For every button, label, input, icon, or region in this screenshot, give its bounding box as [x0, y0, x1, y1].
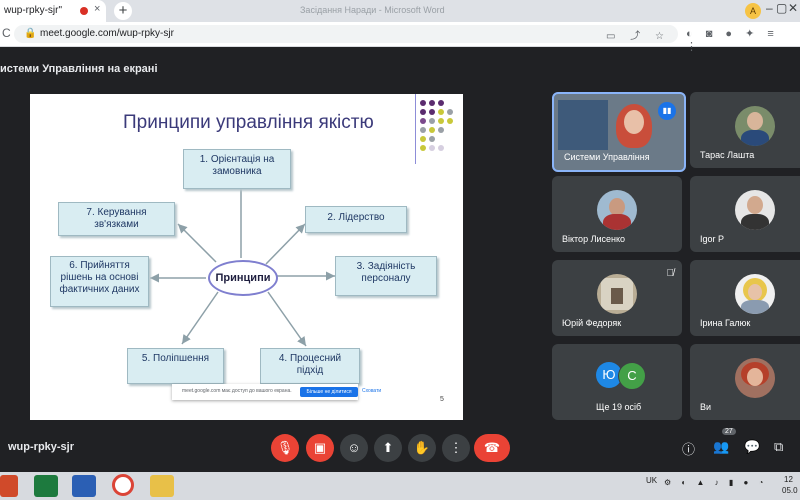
slide-page-number: 5 — [440, 396, 444, 403]
reload-icon[interactable]: C — [2, 26, 11, 40]
principle-box-4: 4. Процесний підхід — [260, 348, 360, 384]
recording-dot-icon — [80, 7, 88, 15]
people-button[interactable]: 👥 — [713, 439, 729, 455]
minimize-button[interactable]: – — [766, 1, 773, 15]
chrome-icon[interactable] — [112, 474, 134, 496]
participant-name: Юрій Федоряк — [562, 318, 622, 328]
participant-photo — [735, 274, 775, 314]
meeting-code: wup-rpky-sjr — [8, 441, 75, 453]
participant-name: Ви — [700, 402, 712, 412]
participant-name: Ірина Галюк — [700, 318, 751, 328]
arrow-5 — [181, 291, 219, 345]
clock-time[interactable]: 12 — [784, 475, 793, 484]
principle-box-1: 1. Орієнтація на замовника — [183, 149, 291, 189]
principle-box-2: 2. Лідерство — [305, 206, 407, 233]
participant-tile-taras[interactable]: Тарас Лашта — [690, 92, 800, 168]
decor-line — [415, 94, 416, 164]
address-bar[interactable]: 🔒 meet.google.com/wup-rpky-sjr ▭ ⤴ ☆ — [14, 25, 678, 43]
presenter-face — [624, 110, 644, 134]
hide-notice-link[interactable]: Сховати — [362, 388, 381, 394]
window-title: Засідання Наради - Microsoft Word — [300, 5, 445, 15]
stop-sharing-button[interactable]: Більше не ділитися — [300, 387, 358, 397]
present-screen-button[interactable]: ⬆ — [374, 434, 402, 462]
presentation-stage: Принципи управління якістю 1. Орієнтація… — [0, 90, 546, 426]
participant-photo — [735, 190, 775, 230]
slide-title: Принципи управління якістю — [123, 112, 374, 133]
principle-box-7: 7. Керування зв'язками — [58, 202, 175, 236]
raise-hand-button[interactable]: ✋ — [408, 434, 436, 462]
camera-toggle-button[interactable]: ▣ — [306, 434, 334, 462]
principle-box-3: 3. Задіяність персоналу — [335, 256, 437, 296]
arrow-7 — [177, 223, 217, 263]
tray-icons[interactable]: ⚙ ◐ ▲ ♪ ▮ ● ◔ — [664, 478, 767, 487]
browser-tab-strip: wup-rpky-sjr" × + Засідання Наради - Mic… — [0, 0, 800, 22]
file-explorer-icon[interactable] — [150, 475, 174, 497]
excel-icon[interactable] — [34, 475, 58, 497]
meet-control-bar: wup-rpky-sjr 🎙 ▣ ☺ ⬆ ✋ ⋮ ☎ ⓘ 👥 27 💬 ⧉ — [0, 428, 800, 470]
profile-avatar[interactable]: A — [745, 3, 761, 19]
shared-slide: Принципи управління якістю 1. Орієнтація… — [30, 94, 463, 420]
presenting-label: истеми Управління на екрані — [0, 63, 158, 75]
participant-tile-self[interactable]: Ви — [690, 344, 800, 420]
extension-icons[interactable]: ◐ ◙ ● ✦ ≡ ⋮ — [686, 27, 800, 53]
participant-tile-iryna[interactable]: Ірина Галюк — [690, 260, 800, 336]
lock-icon[interactable]: 🔒 — [24, 28, 36, 39]
mic-toggle-button[interactable]: 🎙 — [271, 434, 299, 462]
windows-taskbar: UK ⚙ ◐ ▲ ♪ ▮ ● ◔ 12 05.0 — [0, 472, 800, 500]
mic-off-icon: 🎙̸ — [666, 268, 675, 279]
input-language[interactable]: UK — [646, 476, 657, 485]
url-text[interactable]: meet.google.com/wup-rpky-sjr — [40, 28, 174, 39]
more-options-button[interactable]: ⋮ — [442, 434, 470, 462]
others-count-label: Ще 19 осіб — [596, 402, 642, 412]
emoji-reaction-button[interactable]: ☺ — [340, 434, 368, 462]
arrow-4 — [267, 291, 307, 347]
principles-center: Принципи — [208, 260, 278, 296]
meeting-info-button[interactable]: ⓘ — [682, 439, 695, 458]
browser-toolbar: C 🔒 meet.google.com/wup-rpky-sjr ▭ ⤴ ☆ ◐… — [0, 22, 800, 53]
principle-box-6: 6. Прийняття рішень на основі фактичних да… — [50, 256, 149, 307]
omnibox-action-icons[interactable]: ▭ ⤴ ☆ — [606, 27, 670, 42]
participant-name: Віктор Лисенко — [562, 234, 626, 244]
participant-tile-presenter[interactable]: ▮▮ Системи Управління — [552, 92, 686, 172]
activities-button[interactable]: ⧉ — [774, 439, 783, 455]
screen-share-notice: meet.google.com має доступ до вашого екр… — [172, 384, 381, 400]
participant-name: Тарас Лашта — [700, 150, 755, 160]
taskbar-app-icon[interactable] — [0, 475, 18, 497]
principle-box-5: 5. Поліпшення — [127, 348, 224, 384]
share-notice-text: meet.google.com має доступ до вашого екр… — [182, 388, 292, 394]
bookshelf-background — [558, 100, 608, 150]
arrow-2 — [265, 223, 306, 265]
participant-tile-others[interactable]: Ю C Ще 19 осіб — [552, 344, 682, 420]
participant-photo — [597, 274, 637, 314]
speaking-indicator-icon: ▮▮ — [658, 102, 676, 120]
restore-button[interactable]: ▢ — [776, 1, 787, 15]
browser-tab-meet[interactable]: wup-rpky-sjr" × — [0, 0, 106, 22]
participant-tile-viktor[interactable]: Віктор Лисенко — [552, 176, 682, 252]
participant-photo — [735, 106, 775, 146]
other-avatar-2: C — [618, 362, 646, 390]
tab-title: wup-rpky-sjr" — [4, 5, 62, 16]
participant-photo — [735, 358, 775, 398]
leave-call-button[interactable]: ☎ — [474, 434, 510, 462]
meet-header: истеми Управління на екрані — [0, 60, 800, 80]
participant-count-badge: 27 — [722, 428, 736, 435]
word-icon[interactable] — [72, 475, 96, 497]
participant-tile-yuriy[interactable]: 🎙̸ Юрій Федоряк — [552, 260, 682, 336]
new-tab-button[interactable]: + — [114, 2, 132, 20]
decor-dots — [420, 100, 460, 164]
clock-date[interactable]: 05.0 — [782, 486, 798, 495]
tab-close-icon[interactable]: × — [94, 3, 100, 15]
participant-name: Системи Управління — [564, 152, 650, 162]
close-window-button[interactable]: ✕ — [788, 1, 798, 15]
participant-photo — [597, 190, 637, 230]
participant-tile-igor[interactable]: Igor P — [690, 176, 800, 252]
chat-button[interactable]: 💬 — [744, 439, 760, 455]
participant-name: Igor P — [700, 234, 725, 244]
